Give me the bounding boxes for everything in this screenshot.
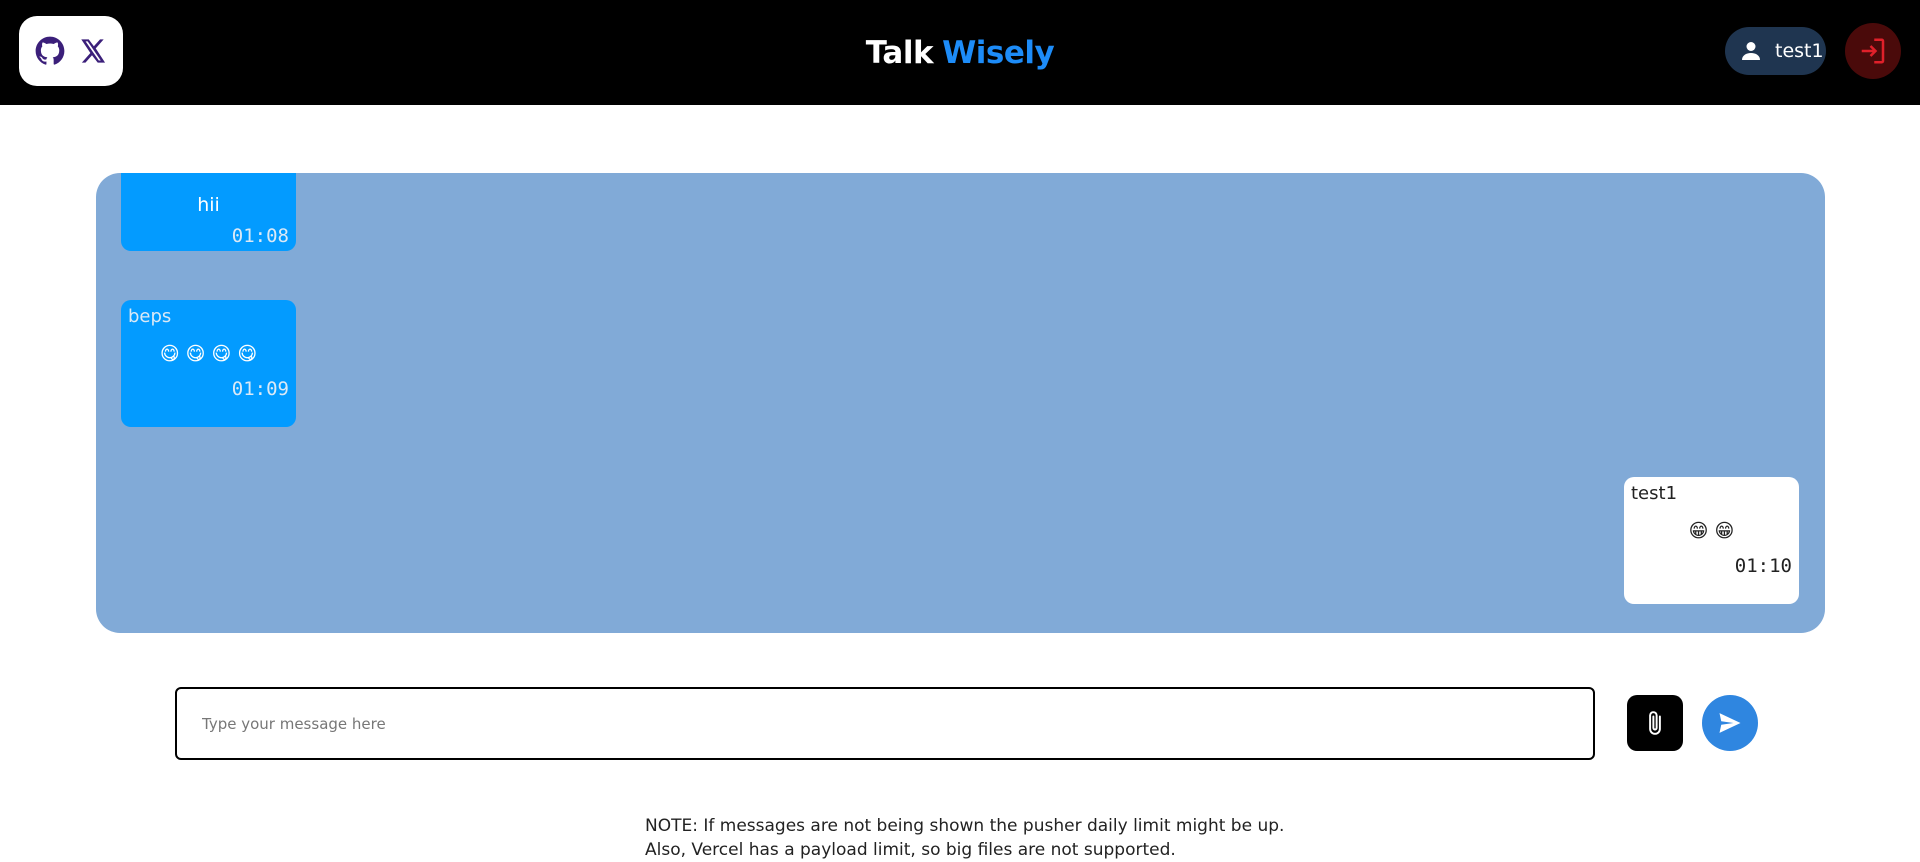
user-profile-button[interactable]: test1 xyxy=(1725,27,1826,75)
logout-icon xyxy=(1861,38,1885,64)
logout-button[interactable] xyxy=(1845,23,1901,79)
note-line-1: NOTE: If messages are not being shown th… xyxy=(645,816,1285,836)
brand-second-word: Wisely xyxy=(942,34,1055,71)
username-label: test1 xyxy=(1775,40,1824,62)
chat-messages-panel[interactable]: hii 01:08 beps 😋 😋 😋 😋 01:09 test1 😁 😁 0… xyxy=(96,173,1825,633)
message-sender: test1 xyxy=(1631,483,1678,504)
message-time: 01:09 xyxy=(231,378,289,400)
message-bubble: hii 01:08 xyxy=(121,173,296,251)
app-title: Talk Wisely xyxy=(0,0,1920,105)
message-content: hii xyxy=(197,194,220,216)
message-content: 😋 😋 😋 😋 xyxy=(159,343,258,365)
message-time: 01:08 xyxy=(231,225,289,247)
paperclip-icon xyxy=(1649,711,1661,735)
user-icon xyxy=(1737,37,1765,65)
github-icon[interactable] xyxy=(34,35,66,67)
attach-file-button[interactable] xyxy=(1627,695,1683,751)
message-content: 😁 😁 xyxy=(1688,520,1735,542)
brand-first-word: Talk xyxy=(865,34,934,71)
message-bubble: test1 😁 😁 01:10 xyxy=(1624,477,1799,604)
send-button[interactable] xyxy=(1702,695,1758,751)
send-icon xyxy=(1719,713,1741,733)
message-input[interactable] xyxy=(175,687,1595,760)
message-bubble: beps 😋 😋 😋 😋 01:09 xyxy=(121,300,296,427)
message-sender: beps xyxy=(128,306,172,327)
x-icon[interactable] xyxy=(76,35,108,67)
note-line-2: Also, Vercel has a payload limit, so big… xyxy=(645,840,1176,860)
message-sender xyxy=(128,173,289,191)
message-time: 01:10 xyxy=(1734,555,1792,577)
social-links xyxy=(19,16,123,86)
app-header: Talk Wisely test1 xyxy=(0,0,1920,105)
footer-note: NOTE: If messages are not being shown th… xyxy=(645,814,1284,862)
